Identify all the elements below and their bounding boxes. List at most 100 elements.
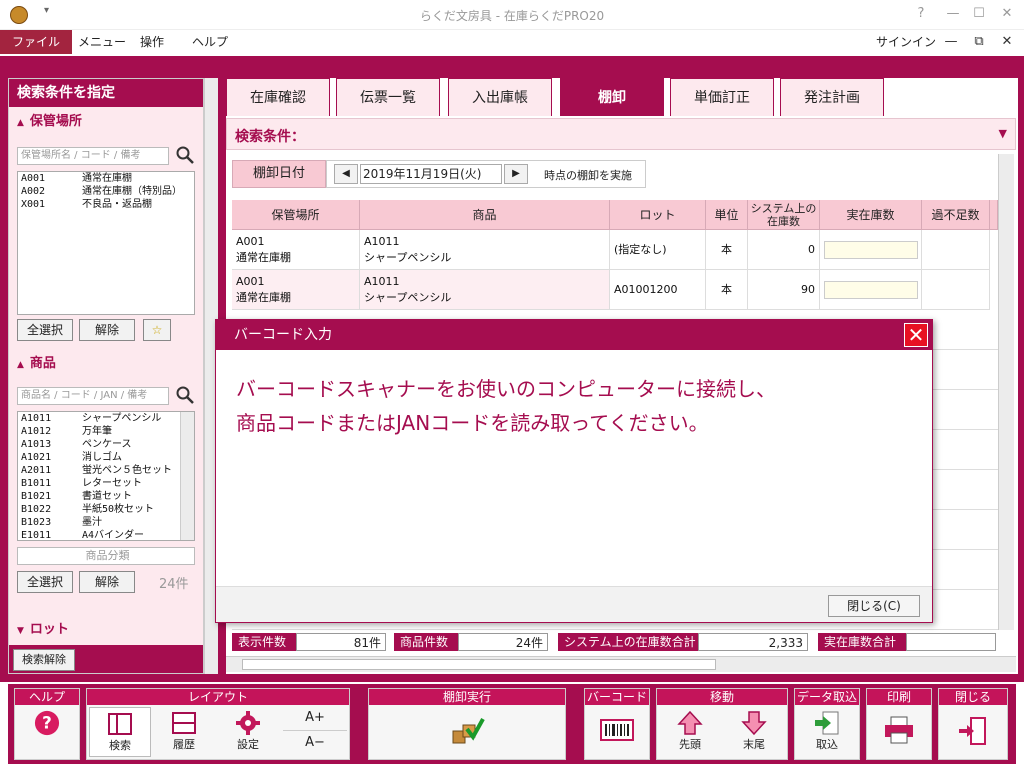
location-clear-button[interactable]: 解除 [79,319,135,341]
list-item[interactable]: B1011 レターセット [18,477,194,490]
font-size-up-button[interactable]: A+ [283,707,347,731]
table-cell[interactable]: 0 [748,230,820,270]
layout-history-button[interactable]: 履歴 [153,707,215,757]
list-scrollbar[interactable] [180,412,194,540]
list-item[interactable]: A002 通常在庫棚（特別品） [18,185,194,198]
product-count-value: 24件 [458,633,548,651]
table-cell[interactable] [922,230,990,270]
chevron-down-icon[interactable]: ▼ [999,127,1007,140]
list-item[interactable]: A1012 万年筆 [18,425,194,438]
col-product[interactable]: 商品 [360,200,610,230]
minimize-button[interactable]: — [942,4,964,24]
help-group: ヘルプ ? [14,688,80,760]
col-lot[interactable]: ロット [610,200,706,230]
search-conditions-bar[interactable]: 検索条件： ▼ [226,118,1016,150]
location-select-all-button[interactable]: 全選択 [17,319,73,341]
product-count: 24件 [159,577,189,592]
barcode-input-dialog: バーコード入力 ✕ バーコードスキャナーをお使いのコンピューターに接続し、 商品… [215,319,933,623]
search-icon[interactable] [175,385,195,405]
restore-button[interactable]: ☐ [968,4,990,24]
table-cell[interactable] [922,270,990,310]
col-location[interactable]: 保管場所 [232,200,360,230]
list-item[interactable]: A1013 ペンケース [18,438,194,451]
tab-stock-check[interactable]: 在庫確認 [226,78,330,116]
font-size-down-button[interactable]: A− [283,732,347,756]
dialog-footer: 閉じる(C) [216,586,932,622]
dialog-close-button[interactable]: 閉じる(C) [828,595,920,617]
stocktake-run-button[interactable] [371,707,563,757]
list-item[interactable]: A1021 消しゴム [18,451,194,464]
tab-price-correction[interactable]: 単価訂正 [670,78,774,116]
list-item[interactable]: A1011 シャープペンシル [18,412,194,425]
col-unit[interactable]: 単位 [706,200,748,230]
layout-settings-button[interactable]: 設定 [217,707,279,757]
clear-search-button[interactable]: 検索解除 [13,649,75,671]
category-select[interactable]: 商品分類 [17,547,195,565]
mdi-restore-button[interactable]: ⧉ [968,32,990,52]
prev-date-button[interactable]: ◀ [334,164,358,184]
first-button[interactable]: 先頭 [659,707,721,757]
table-cell[interactable]: 本 [706,230,748,270]
list-item[interactable]: B1022 半紙50枚セット [18,503,194,516]
list-item[interactable]: X001 不良品・返品棚 [18,198,194,211]
bottom-toolbar: ヘルプ ? レイアウト 検索 履歴 設定 A+ A− 棚卸実行 バーコード 移動… [8,684,1016,764]
close-icon[interactable]: ✕ [904,323,928,347]
signin-link[interactable]: サインイン [876,30,936,54]
help-icon[interactable]: ? [910,4,932,24]
col-actual-qty[interactable]: 実在庫数 [820,200,922,230]
product-search-input[interactable]: 商品名 / コード / JAN / 備考 [17,387,169,405]
mdi-minimize-button[interactable]: — [940,32,962,52]
search-icon[interactable] [175,145,195,165]
horizontal-scrollbar[interactable] [226,656,1016,672]
favorite-star-icon[interactable]: ☆ [143,319,171,341]
next-date-button[interactable]: ▶ [504,164,528,184]
product-select-all-button[interactable]: 全選択 [17,571,73,593]
table-cell[interactable]: 90 [748,270,820,310]
menu-operation[interactable]: 操作 [128,30,176,54]
tab-stocktake[interactable]: 棚卸 [560,78,664,116]
close-window-button[interactable]: ✕ [996,4,1018,24]
help-button[interactable]: ? [17,707,77,757]
table-row[interactable]: A001 通常在庫棚 [232,230,360,270]
col-difference[interactable]: 過不足数 [922,200,990,230]
location-list[interactable]: A001 通常在庫棚 A002 通常在庫棚（特別品） X001 不良品・返品棚 [17,171,195,315]
tab-order-plan[interactable]: 発注計画 [780,78,884,116]
location-search-input[interactable]: 保管場所名 / コード / 備考 [17,147,169,165]
scrollbar-thumb[interactable] [242,659,716,670]
tab-in-out-book[interactable]: 入出庫帳 [448,78,552,116]
import-group-label: データ取込 [795,689,859,705]
table-row[interactable]: A001 通常在庫棚 [232,270,360,310]
actual-qty-input[interactable] [824,281,918,299]
last-button[interactable]: 末尾 [723,707,785,757]
product-list[interactable]: A1011 シャープペンシル A1012 万年筆 A1013 ペンケース A1021 消… [17,411,195,541]
menu-help[interactable]: ヘルプ [180,30,240,54]
table-cell[interactable]: 本 [706,270,748,310]
list-item[interactable]: B1023 墨汁 [18,516,194,529]
layout-search-button[interactable]: 検索 [89,707,151,757]
list-item[interactable]: A2011 蛍光ペン５色セット [18,464,194,477]
date-input[interactable]: 2019年11月19日(火) [360,164,502,184]
import-button[interactable]: 取込 [797,707,857,757]
table-cell[interactable]: (指定なし) [610,230,706,270]
close-app-button[interactable] [941,707,1005,757]
printer-icon [885,716,913,744]
lot-section-header[interactable]: ▼ ロット [9,619,203,641]
product-clear-button[interactable]: 解除 [79,571,135,593]
list-item[interactable]: B1021 書道セット [18,490,194,503]
close-group-label: 閉じる [939,689,1007,705]
mdi-close-button[interactable]: ✕ [996,32,1018,52]
product-section-header[interactable]: ▲ 商品 [9,353,203,375]
tab-slip-list[interactable]: 伝票一覧 [336,78,440,116]
table-cell[interactable]: A01001200 [610,270,706,310]
table-cell[interactable]: A1011 シャープペンシル [360,230,610,270]
actual-qty-input[interactable] [824,241,918,259]
table-cell[interactable]: A1011 シャープペンシル [360,270,610,310]
col-system-qty[interactable]: システム上の在庫数 [748,200,820,230]
list-item[interactable]: E1011 A4バインダー [18,529,194,540]
location-section-header[interactable]: ▲ 保管場所 [9,111,203,133]
list-item[interactable]: A001 通常在庫棚 [18,172,194,185]
menu-file[interactable]: ファイル [0,30,73,54]
barcode-button[interactable] [587,707,647,757]
table-vertical-scrollbar[interactable] [998,154,1014,630]
print-button[interactable] [869,707,929,757]
